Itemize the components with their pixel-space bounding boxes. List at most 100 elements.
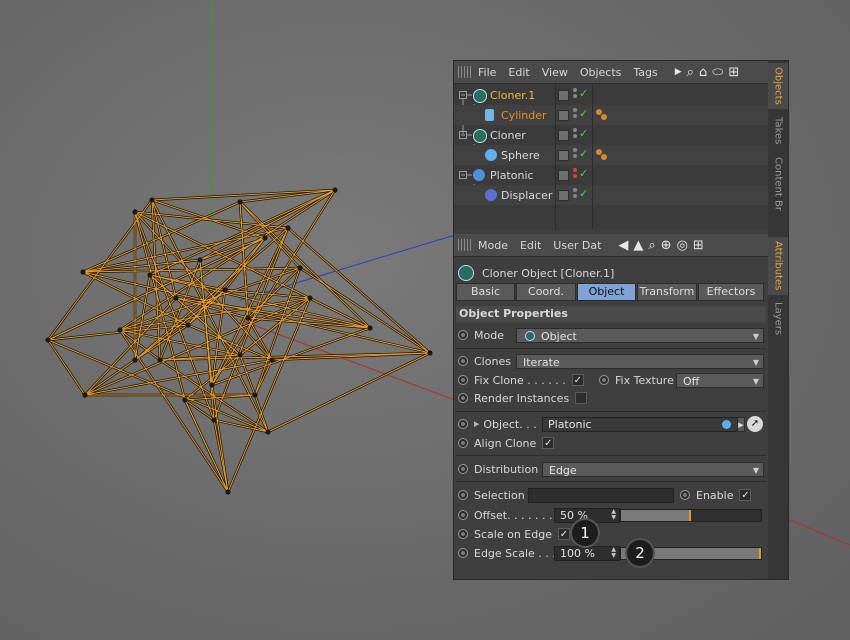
back-arrow-icon[interactable]: ◀ — [618, 239, 628, 252]
tag-icon[interactable] — [601, 154, 607, 160]
selection-field[interactable] — [528, 488, 674, 503]
lock-icon[interactable]: ⊕ — [661, 239, 672, 252]
clones-dropdown[interactable]: Iterate ▼ — [516, 354, 764, 369]
object-row-platonic[interactable]: Platonic — [454, 165, 768, 185]
object-row-displacer[interactable]: Displacer — [454, 185, 768, 205]
tab-coord[interactable]: Coord. — [516, 283, 576, 301]
menu-user-data[interactable]: User Dat — [553, 239, 601, 252]
enable-checkbox[interactable]: ✓ — [739, 489, 752, 501]
side-tab-layers[interactable]: Layers — [768, 299, 788, 339]
layer-flag-icon[interactable] — [558, 130, 569, 141]
target-icon[interactable]: ◎ — [677, 239, 688, 252]
spinner-arrows-icon[interactable]: ▲ ▼ — [611, 547, 616, 559]
object-link-field[interactable]: Platonic — [542, 417, 738, 432]
animate-radio[interactable] — [458, 438, 468, 448]
edge-scale-field[interactable]: 100 % ▲ ▼ — [554, 546, 620, 561]
menu-file[interactable]: File — [478, 66, 496, 79]
fix-clone-checkbox[interactable]: ✓ — [571, 374, 584, 386]
chevron-down-icon: ▼ — [752, 332, 759, 341]
visibility-dots-icon[interactable] — [573, 128, 577, 140]
menu-edit[interactable]: Edit — [520, 239, 541, 252]
side-tab-attributes[interactable]: Attributes — [768, 237, 788, 295]
edge-scale-slider-handle[interactable] — [759, 548, 761, 559]
animate-radio[interactable] — [599, 375, 609, 385]
object-row-cylinder[interactable]: Cylinder — [454, 105, 768, 125]
enabled-check-icon[interactable]: ✓ — [579, 87, 588, 100]
scale-on-edge-checkbox[interactable]: ✓ — [557, 528, 570, 540]
menu-objects[interactable]: Objects — [580, 66, 622, 79]
expand-arrow-icon[interactable]: ▶ — [474, 420, 479, 428]
layer-flag-icon[interactable] — [558, 170, 569, 181]
link-menu-arrow-icon[interactable]: ▶ — [737, 417, 745, 432]
home-icon[interactable]: ⌂ — [699, 66, 707, 79]
tab-effectors[interactable]: Effectors — [698, 283, 764, 301]
menu-view[interactable]: View — [542, 66, 568, 79]
align-clone-label: Align Clone — [474, 436, 537, 450]
enabled-check-icon[interactable]: ✓ — [579, 187, 588, 200]
layer-flag-icon[interactable] — [558, 110, 569, 121]
align-clone-checkbox[interactable]: ✓ — [542, 437, 555, 449]
distribution-dropdown[interactable]: Edge ▼ — [542, 462, 764, 477]
mesh-vertex — [252, 392, 258, 398]
menu-mode[interactable]: Mode — [478, 239, 508, 252]
offset-slider[interactable] — [620, 509, 762, 522]
new-window-icon[interactable]: ⊞ — [728, 66, 739, 79]
chevron-down-icon: ▼ — [752, 466, 759, 475]
up-arrow-icon[interactable]: ▲ — [633, 239, 643, 252]
visibility-dots-icon[interactable] — [573, 188, 577, 200]
animate-radio[interactable] — [458, 510, 468, 520]
layer-flag-icon[interactable] — [558, 90, 569, 101]
animate-radio[interactable] — [458, 393, 468, 403]
visibility-dots-icon[interactable] — [573, 168, 577, 180]
enabled-check-icon[interactable]: ✓ — [579, 107, 588, 120]
visibility-dots-icon[interactable] — [573, 148, 577, 160]
menu-edit[interactable]: Edit — [508, 66, 529, 79]
divider — [456, 411, 766, 412]
visibility-dots-icon[interactable] — [573, 88, 577, 100]
animate-radio[interactable] — [458, 548, 468, 558]
drag-grip-icon[interactable] — [458, 66, 472, 78]
drag-grip-icon[interactable] — [458, 239, 472, 251]
enabled-check-icon[interactable]: ✓ — [579, 127, 588, 140]
layer-flag-icon[interactable] — [558, 190, 569, 201]
search-icon[interactable]: ⌕ — [648, 239, 655, 252]
mode-dropdown[interactable]: Object ▼ — [516, 328, 764, 343]
side-tab-takes[interactable]: Takes — [768, 111, 788, 151]
pick-object-icon[interactable]: ➚ — [747, 416, 763, 432]
spinner-arrows-icon[interactable]: ▲ ▼ — [611, 509, 616, 521]
render-instances-checkbox[interactable] — [575, 392, 588, 404]
visibility-dots-icon[interactable] — [573, 108, 577, 120]
ellipse-icon[interactable]: ⬭ — [712, 66, 723, 79]
animate-radio[interactable] — [680, 490, 690, 500]
enabled-check-icon[interactable]: ✓ — [579, 147, 588, 160]
animate-radio[interactable] — [458, 490, 468, 500]
edge-scale-row: Edge Scale . . . — [458, 544, 556, 562]
mesh-vertex — [237, 199, 243, 205]
side-tab-content-browser[interactable]: Content Br — [768, 153, 788, 215]
platonic-icon — [473, 169, 485, 181]
animate-radio[interactable] — [458, 464, 468, 474]
tab-basic[interactable]: Basic — [456, 283, 515, 301]
animate-radio[interactable] — [458, 356, 468, 366]
enabled-check-icon[interactable]: ✓ — [579, 167, 588, 180]
layer-flag-icon[interactable] — [558, 150, 569, 161]
animate-radio[interactable] — [458, 330, 468, 340]
mesh-vertex — [269, 357, 275, 363]
animate-radio[interactable] — [458, 529, 468, 539]
animate-radio[interactable] — [458, 375, 468, 385]
object-row-cloner-1[interactable]: Cloner.1 — [454, 85, 768, 105]
offset-slider-handle[interactable] — [689, 510, 691, 521]
tab-transform[interactable]: Transform — [637, 283, 697, 301]
side-tab-objects[interactable]: Objects — [768, 63, 788, 109]
object-row-sphere[interactable]: Sphere — [454, 145, 768, 165]
object-row-cloner[interactable]: Cloner — [454, 125, 768, 145]
tag-icon[interactable] — [601, 114, 607, 120]
animate-radio[interactable] — [458, 419, 468, 429]
cloner-icon — [473, 89, 487, 103]
new-window-icon[interactable]: ⊞ — [693, 239, 704, 252]
fix-texture-dropdown[interactable]: Off ▼ — [676, 373, 764, 388]
search-icon[interactable]: ⌕ — [687, 66, 694, 79]
tab-object[interactable]: Object — [577, 283, 636, 301]
menu-tags[interactable]: Tags — [633, 66, 657, 79]
more-arrow-icon[interactable]: ▶ — [675, 67, 682, 77]
